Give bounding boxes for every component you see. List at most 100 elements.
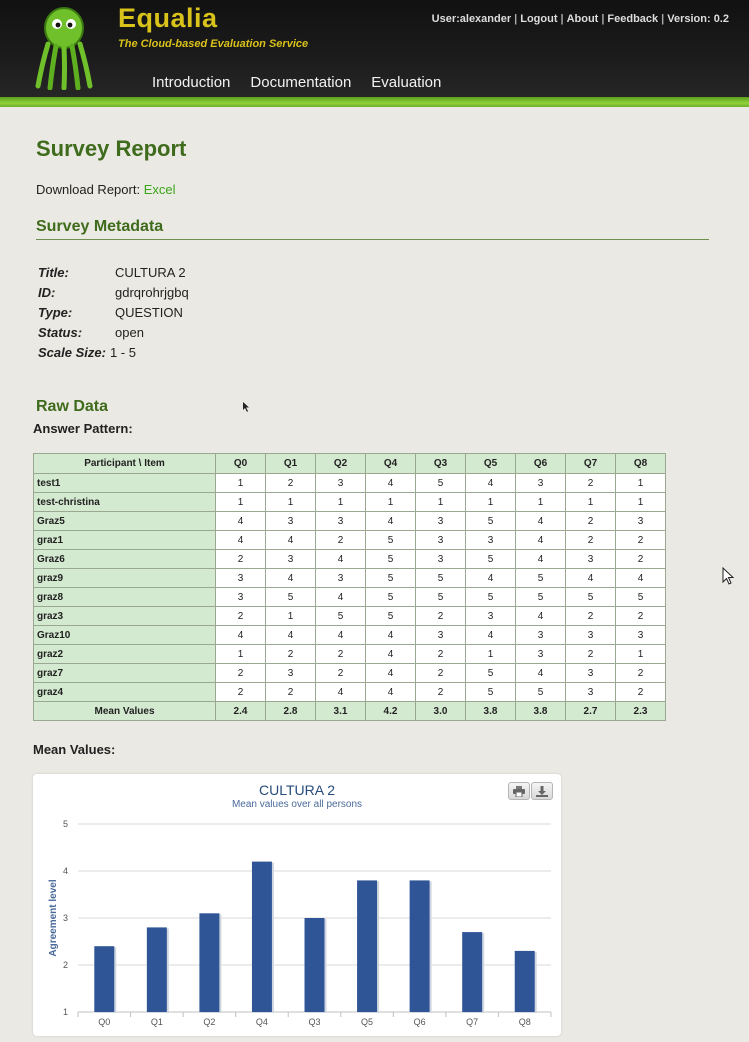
answer-cell: 5 [515,682,566,702]
answer-cell: 4 [565,568,616,588]
table-row: graz2 1 2 2 4 2 1 3 2 1 [33,644,666,664]
brand-name[interactable]: Equalia [118,3,218,34]
metadata-value: CULTURA 2 [115,264,186,280]
bar-chart-svg: 1 2 3 4 5 Agreement level Q0 Q1 Q2 Q4 Q3 Q5 Q6 Q7 Q8 [48,819,552,1027]
answer-cell: 4 [465,625,516,645]
answer-cell: 5 [365,568,416,588]
metadata-value: QUESTION [115,304,183,320]
mean-values-row: Mean Values 2.4 2.8 3.1 4.2 3.0 3.8 3.8 2.7 2.3 [33,701,666,721]
logout-link[interactable]: Logout [520,13,557,25]
bar-q2 [199,913,220,1012]
answer-cell: 5 [465,511,516,531]
answer-cell: 4 [215,530,266,550]
metadata-list: Title: CULTURA 2 ID: gdrqrohrjgbq Type: … [38,262,189,362]
answer-cell: 4 [365,663,416,683]
download-excel-link[interactable]: Excel [144,182,176,197]
x-tick-label: Q4 [256,1017,268,1027]
participant-name: graz2 [33,644,216,664]
bar-q8 [514,950,535,1012]
bar-q4 [251,861,272,1012]
answer-cell: 4 [265,530,316,550]
user-account-link[interactable]: User:alexander [432,13,512,25]
column-header-participant: Participant \ Item [33,453,216,474]
participant-name: test1 [33,473,216,493]
brand-tagline: The Cloud-based Evaluation Service [118,38,309,50]
mean-value-cell: 2.4 [215,701,266,721]
main-nav: Introduction Documentation Evaluation [152,74,441,91]
x-tick-label: Q3 [308,1017,320,1027]
answer-cell: 2 [415,644,466,664]
feedback-link[interactable]: Feedback [607,13,658,25]
about-link[interactable]: About [567,13,599,25]
separator: | [560,13,564,25]
mean-value-cell: 3.0 [415,701,466,721]
mean-value-cell: 3.8 [465,701,516,721]
y-tick-label: 4 [63,866,68,876]
answer-cell: 1 [315,492,366,512]
metadata-key: Type: [38,304,73,320]
answer-cell: 2 [565,473,616,493]
answer-cell: 3 [415,625,466,645]
bar-q3 [304,918,325,1012]
answer-cell: 2 [265,644,316,664]
answer-cell: 5 [365,530,416,550]
answer-cell: 3 [515,644,566,664]
answer-cell: 3 [315,473,366,493]
answer-cell: 1 [465,644,516,664]
column-header-q5: Q5 [465,453,516,474]
answer-cell: 1 [615,644,666,664]
answer-cell: 4 [365,644,416,664]
answer-cell: 2 [265,473,316,493]
answer-cell: 3 [515,625,566,645]
mean-value-cell: 4.2 [365,701,416,721]
nav-introduction[interactable]: Introduction [152,74,230,91]
table-row: Graz10 4 4 4 4 3 4 3 3 3 [33,625,666,645]
user-links: User:alexander | Logout | About | Feedback | Ver… [432,13,729,25]
answer-cell: 2 [215,682,266,702]
answer-cell: 4 [265,568,316,588]
answer-cell: 3 [565,682,616,702]
answer-cell: 4 [365,625,416,645]
answer-cell: 5 [365,549,416,569]
answer-cell: 5 [465,682,516,702]
separator: | [601,13,605,25]
answer-cell: 4 [215,625,266,645]
answer-cell: 5 [565,587,616,607]
y-axis-label: Agreement level [48,879,59,956]
answer-cell: 3 [565,625,616,645]
table-row: graz3 2 1 5 5 2 3 4 2 2 [33,606,666,626]
answer-cell: 2 [615,682,666,702]
metadata-row-type: Type: QUESTION [38,302,189,322]
answer-cell: 1 [265,606,316,626]
answer-cell: 5 [465,587,516,607]
y-tick-label: 5 [63,819,68,829]
table-header-row: Participant \ Item Q0 Q1 Q2 Q4 Q3 Q5 Q6 Q7 Q8 [33,453,666,474]
answer-cell: 3 [565,663,616,683]
answer-cell: 4 [315,587,366,607]
answer-cell: 1 [565,492,616,512]
answer-cell: 2 [615,530,666,550]
answer-cell: 4 [515,606,566,626]
answer-cell: 3 [265,549,316,569]
answer-cell: 1 [265,492,316,512]
answer-cell: 5 [415,568,466,588]
table-row: graz9 3 4 3 5 5 4 5 4 4 [33,568,666,588]
x-tick-label: Q7 [466,1017,478,1027]
nav-evaluation[interactable]: Evaluation [371,74,441,91]
answer-cell: 2 [565,606,616,626]
x-tick-label: Q8 [519,1017,531,1027]
metadata-row-status: Status: open [38,322,189,342]
mean-value-cell: 3.1 [315,701,366,721]
bar-q6 [409,880,430,1012]
answer-cell: 2 [315,530,366,550]
answer-cell: 5 [465,663,516,683]
answer-pattern-table: Participant \ Item Q0 Q1 Q2 Q4 Q3 Q5 Q6 Q7 Q8 tes… [33,453,666,721]
answer-cell: 2 [215,663,266,683]
answer-cell: 5 [365,606,416,626]
metadata-key: ID: [38,284,56,300]
answer-cell: 4 [315,625,366,645]
nav-documentation[interactable]: Documentation [250,74,351,91]
mean-values-label: Mean Values: [33,742,116,757]
octopus-logo-icon[interactable] [34,4,94,90]
answer-cell: 4 [365,682,416,702]
